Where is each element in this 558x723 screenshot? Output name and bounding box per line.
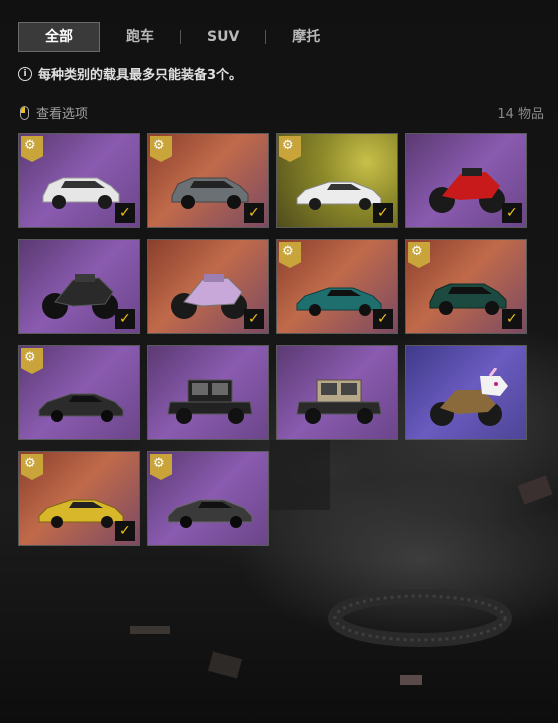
equipped-check-icon: ✓	[373, 309, 393, 329]
notice-text: 每种类别的载具最多只能装备3个。	[38, 68, 243, 83]
sports-car-icon	[296, 287, 382, 316]
category-tabs: 全部 跑车 SUV 摩托	[18, 22, 346, 52]
vehicle-card[interactable]: ⚙ ✓	[405, 239, 527, 334]
equipped-check-icon: ✓	[115, 309, 135, 329]
vehicle-card[interactable]: ⚙ ✓	[18, 451, 140, 546]
sports-car-icon	[296, 181, 382, 210]
vehicle-grid: ⚙ ✓ ⚙ ✓ ⚙ ✓ ✓ ✓ ✓ ⚙ ✓ ⚙ ✓ ⚙ ⚙ ✓ ⚙	[18, 133, 527, 546]
equipped-check-icon: ✓	[244, 203, 264, 223]
tab-all[interactable]: 全部	[18, 22, 100, 52]
vehicle-inventory-panel: 全部 跑车 SUV 摩托 i 每种类别的载具最多只能装备3个。 查看选项 14 …	[0, 0, 548, 560]
info-icon: i	[18, 66, 32, 81]
vehicle-card[interactable]	[147, 345, 269, 440]
suv-icon	[171, 177, 249, 209]
equipped-check-icon: ✓	[244, 309, 264, 329]
vehicle-card[interactable]	[405, 345, 527, 440]
view-options-button[interactable]: 查看选项	[20, 103, 88, 122]
vehicle-card[interactable]: ⚙ ✓	[18, 133, 140, 228]
vehicle-card[interactable]: ⚙ ✓	[276, 239, 398, 334]
tab-motorcycle[interactable]: 摩托	[266, 23, 346, 51]
equipped-check-icon: ✓	[115, 521, 135, 541]
vehicle-card[interactable]: ⚙	[18, 345, 140, 440]
equipped-check-icon: ✓	[502, 309, 522, 329]
motorcycle-icon	[429, 168, 505, 213]
mouse-icon	[20, 105, 29, 120]
motorcycle-icon	[42, 274, 118, 319]
classic-car-icon	[296, 379, 382, 424]
vehicle-card[interactable]: ✓	[18, 239, 140, 334]
vehicle-card[interactable]: ✓	[147, 239, 269, 334]
sports-car-icon	[38, 499, 124, 528]
equip-limit-notice: i 每种类别的载具最多只能装备3个。	[18, 64, 242, 83]
equipped-check-icon: ✓	[115, 203, 135, 223]
equipped-check-icon: ✓	[502, 203, 522, 223]
vehicle-card[interactable]	[276, 345, 398, 440]
vehicle-card[interactable]: ✓	[405, 133, 527, 228]
sports-car-icon	[38, 393, 124, 422]
tab-sports-car[interactable]: 跑车	[100, 23, 180, 51]
tab-suv[interactable]: SUV	[181, 23, 265, 51]
sports-car-icon	[167, 499, 253, 528]
vehicle-card[interactable]: ⚙ ✓	[276, 133, 398, 228]
view-options-label: 查看选项	[36, 107, 89, 122]
equipped-check-icon: ✓	[373, 203, 393, 223]
classic-car-icon	[167, 379, 253, 424]
suv-icon	[429, 283, 507, 315]
vehicle-card[interactable]: ⚙ ✓	[147, 133, 269, 228]
motorcycle-icon	[171, 274, 247, 319]
vehicle-card[interactable]: ⚙	[147, 451, 269, 546]
suv-icon	[42, 177, 120, 209]
motorcycle-icon	[430, 368, 508, 426]
item-count: 14 物品	[497, 107, 544, 122]
